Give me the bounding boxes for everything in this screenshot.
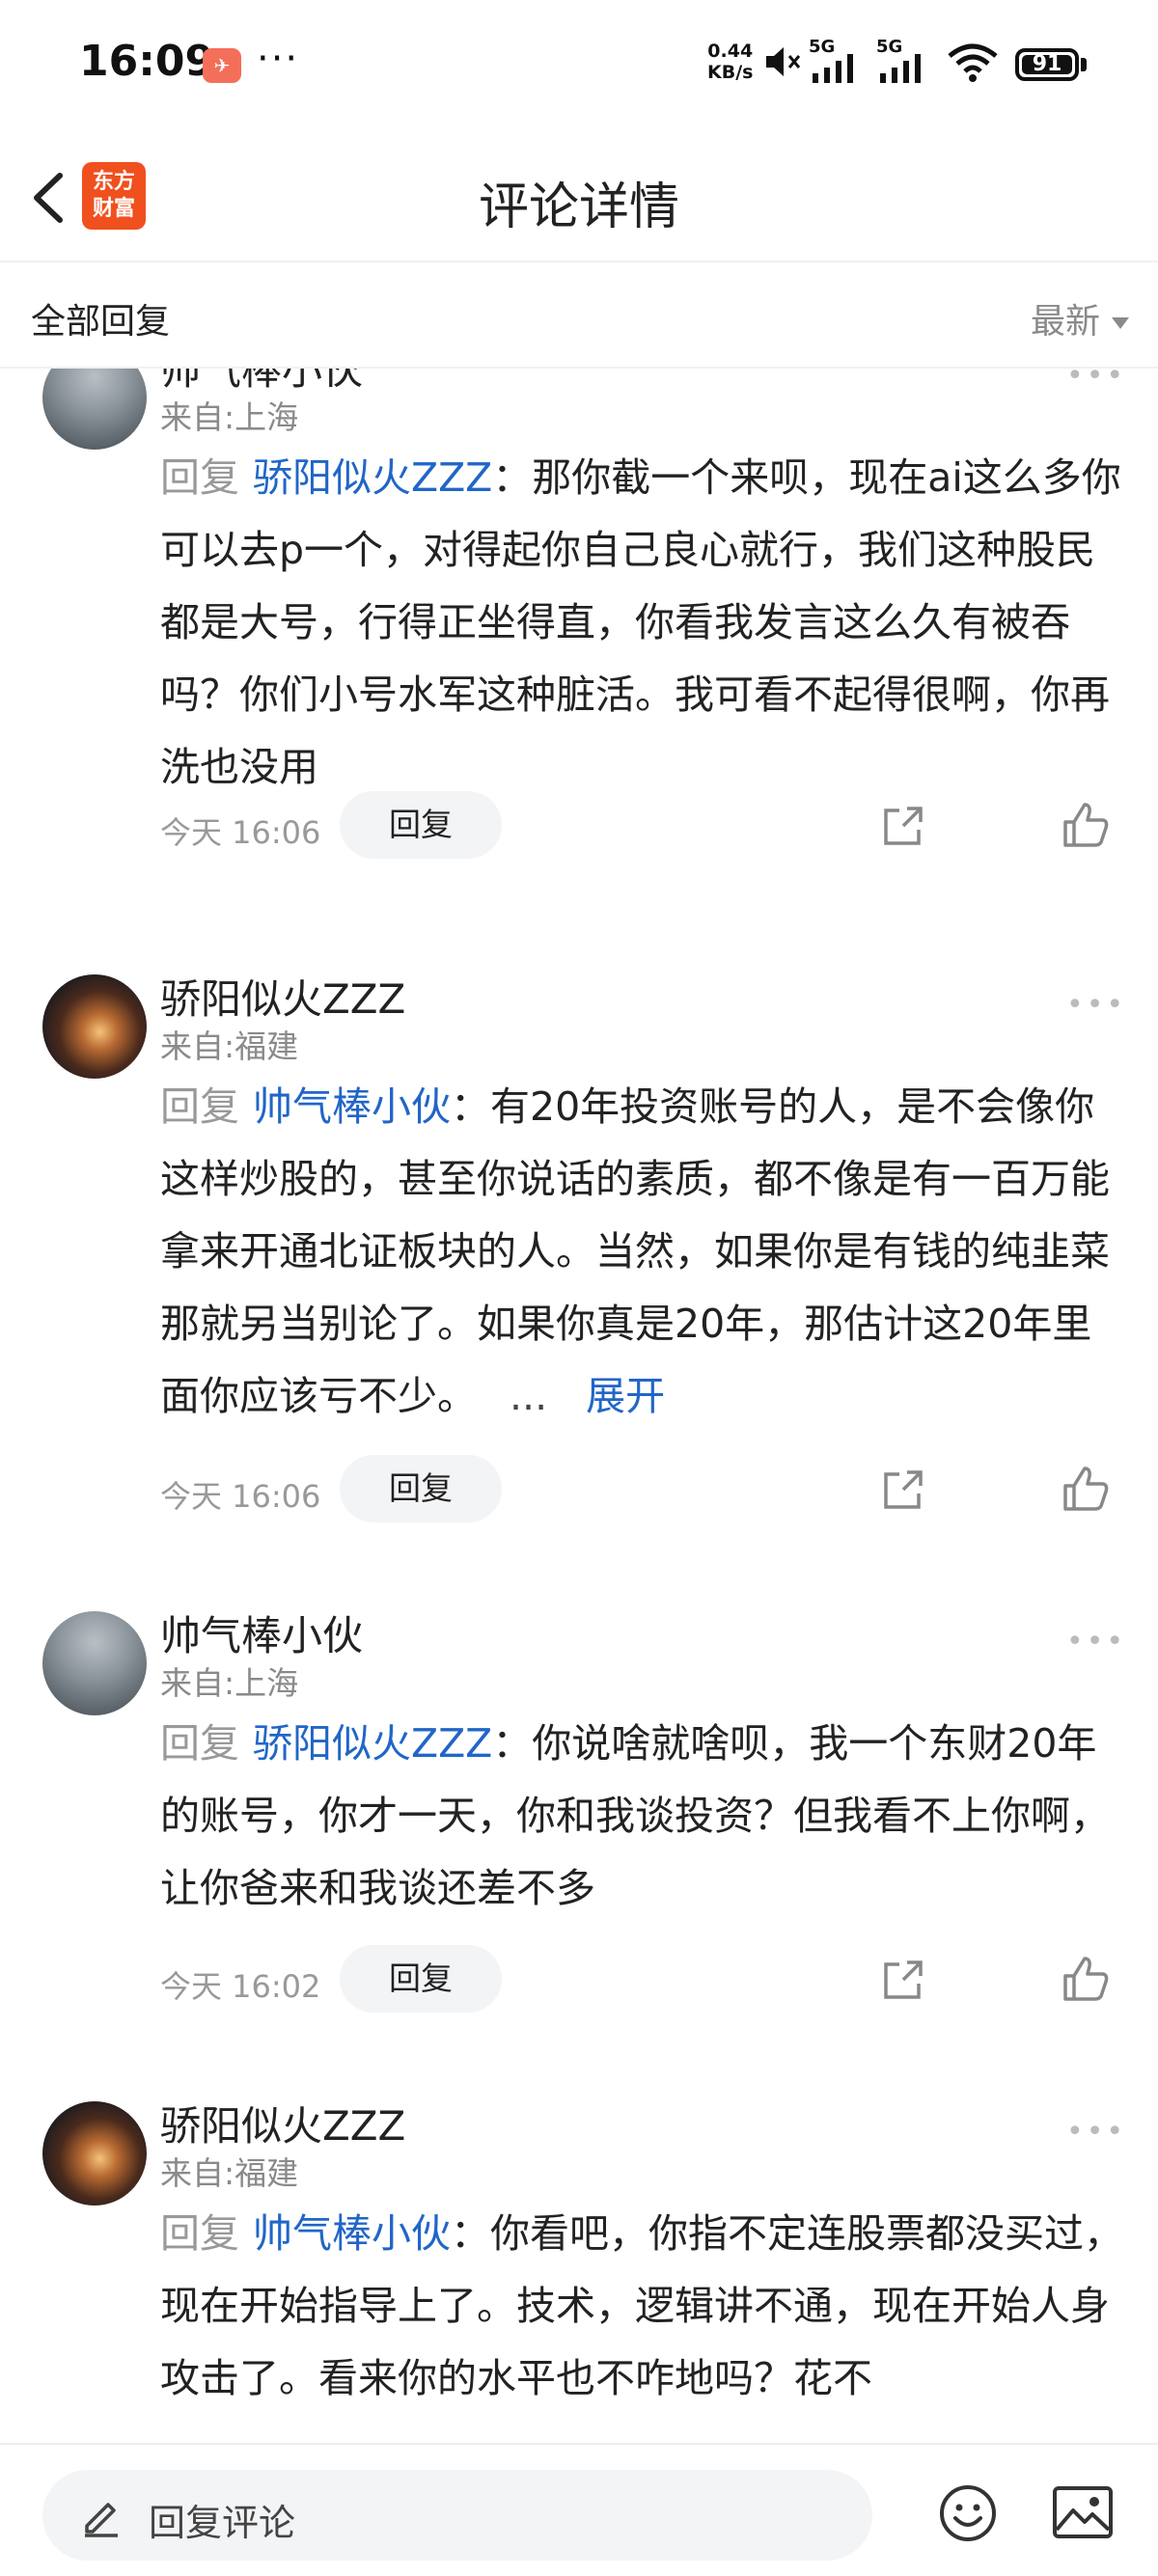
reply-prefix: 回复 bbox=[160, 2210, 239, 2257]
reply-comment-input[interactable]: 回复评论 bbox=[42, 2470, 872, 2561]
comment-time: 今天 16:02 bbox=[160, 1968, 321, 2005]
comment-text: ：有20年投资账号的人，是不会像你这样炒股的，甚至你说话的素质，都不像是有一百万… bbox=[160, 1083, 1110, 1419]
comment-list[interactable]: 帅气棒小伙 来自:上海 ••• 回复 骄阳似火ZZZ：那你截一个来呗，现在ai这么… bbox=[0, 369, 1158, 2443]
comment-actions: 今天 16:06 回复 bbox=[160, 791, 1125, 861]
comment-author[interactable]: 骄阳似火ZZZ bbox=[160, 967, 405, 1026]
battery-tip bbox=[1081, 58, 1087, 71]
mentioned-user[interactable]: 帅气棒小伙 bbox=[253, 2210, 451, 2257]
reply-filter-bar: 全部回复 最新 bbox=[0, 260, 1158, 369]
reply-prefix: 回复 bbox=[160, 1720, 239, 1767]
comment-body: 回复 帅气棒小伙：有20年投资账号的人，是不会像你这样炒股的，甚至你说话的素质，都… bbox=[160, 1071, 1125, 1433]
comment-body: 回复 骄阳似火ZZZ：你说啥就啥呗，我一个东财20年的账号，你才一天，你和我谈投资… bbox=[160, 1708, 1125, 1925]
caret-down-icon bbox=[1112, 317, 1129, 329]
sort-dropdown[interactable]: 最新 bbox=[1031, 293, 1129, 343]
mute-icon bbox=[766, 47, 801, 76]
pencil-icon bbox=[85, 2503, 118, 2537]
mentioned-user[interactable]: 帅气棒小伙 bbox=[253, 1083, 451, 1130]
comment-text: ：那你截一个来呗，现在ai这么多你可以去p一个，对得起你自己良心就行，我们这种股… bbox=[160, 454, 1121, 790]
thumbs-up-icon[interactable] bbox=[1062, 801, 1110, 849]
more-options-icon[interactable]: ••• bbox=[1066, 1625, 1126, 1658]
reply-button[interactable]: 回复 bbox=[340, 1455, 502, 1522]
network-speed-unit: KB/s bbox=[707, 62, 754, 83]
network-speed-value: 0.44 bbox=[707, 41, 754, 62]
bottom-reply-bar: 回复评论 bbox=[0, 2443, 1158, 2576]
battery-level: 91 bbox=[1022, 54, 1072, 75]
page-title: 评论详情 bbox=[478, 178, 679, 236]
comment-time: 今天 16:06 bbox=[160, 814, 321, 851]
reply-button[interactable]: 回复 bbox=[340, 1945, 502, 2013]
comment-author[interactable]: 骄阳似火ZZZ bbox=[160, 2094, 405, 2152]
signal-bars-icon-1 bbox=[813, 54, 853, 83]
comment-author[interactable]: 帅气棒小伙 bbox=[160, 1603, 363, 1662]
comment-location: 来自:福建 bbox=[160, 1028, 299, 1065]
comment-body: 回复 帅气棒小伙：你看吧，你指不定连股票都没买过，现在开始指导上了。技术，逻辑讲不… bbox=[160, 2198, 1125, 2415]
all-replies-label: 全部回复 bbox=[31, 302, 171, 342]
status-bar: 16:09 ✈ ··· 0.44 KB/s 5G 5G 91 bbox=[0, 0, 1158, 135]
emoji-icon[interactable] bbox=[938, 2483, 998, 2543]
comment-time: 今天 16:06 bbox=[160, 1478, 321, 1515]
share-icon[interactable] bbox=[880, 805, 924, 849]
signal-bars-icon-2 bbox=[880, 54, 921, 83]
expand-link[interactable]: 展开 bbox=[586, 1373, 665, 1419]
mentioned-user[interactable]: 骄阳似火ZZZ bbox=[253, 454, 492, 501]
status-time: 16:09 bbox=[79, 37, 215, 86]
more-options-icon[interactable]: ••• bbox=[1066, 988, 1126, 1022]
avatar[interactable] bbox=[42, 974, 147, 1079]
avatar[interactable] bbox=[42, 1611, 147, 1715]
sort-dropdown-label: 最新 bbox=[1030, 302, 1100, 342]
share-icon[interactable] bbox=[880, 1468, 924, 1513]
avatar[interactable] bbox=[42, 2101, 147, 2206]
wifi-icon bbox=[948, 43, 998, 82]
comment-location: 来自:上海 bbox=[160, 1664, 299, 1702]
reply-input-placeholder: 回复评论 bbox=[149, 2502, 296, 2544]
thumbs-up-icon[interactable] bbox=[1062, 1955, 1110, 2003]
image-icon[interactable] bbox=[1052, 2485, 1114, 2539]
comment-body: 回复 骄阳似火ZZZ：那你截一个来呗，现在ai这么多你可以去p一个，对得起你自己良… bbox=[160, 442, 1125, 804]
reply-prefix: 回复 bbox=[160, 1083, 239, 1130]
status-more-indicator: ··· bbox=[257, 37, 300, 81]
battery-icon: 91 bbox=[1015, 48, 1079, 81]
comment-location: 来自:上海 bbox=[160, 398, 299, 436]
comment-ellipsis: ... bbox=[510, 1373, 548, 1419]
mentioned-user[interactable]: 骄阳似火ZZZ bbox=[253, 1720, 492, 1767]
nav-bar: 东方 财富 评论详情 bbox=[0, 135, 1158, 260]
more-options-icon[interactable]: ••• bbox=[1066, 2115, 1126, 2149]
reply-prefix: 回复 bbox=[160, 454, 239, 501]
more-options-icon[interactable]: ••• bbox=[1066, 369, 1126, 393]
comment-actions: 今天 16:06 回复 bbox=[160, 1455, 1125, 1524]
thumbs-up-icon[interactable] bbox=[1062, 1465, 1110, 1513]
comment-location: 来自:福建 bbox=[160, 2154, 299, 2192]
message-app-icon: ✈ bbox=[203, 48, 241, 83]
share-icon[interactable] bbox=[880, 1959, 924, 2003]
avatar[interactable] bbox=[42, 369, 147, 450]
reply-button[interactable]: 回复 bbox=[340, 791, 502, 859]
network-speed: 0.44 KB/s bbox=[707, 41, 753, 83]
comment-actions: 今天 16:02 回复 bbox=[160, 1945, 1125, 2014]
